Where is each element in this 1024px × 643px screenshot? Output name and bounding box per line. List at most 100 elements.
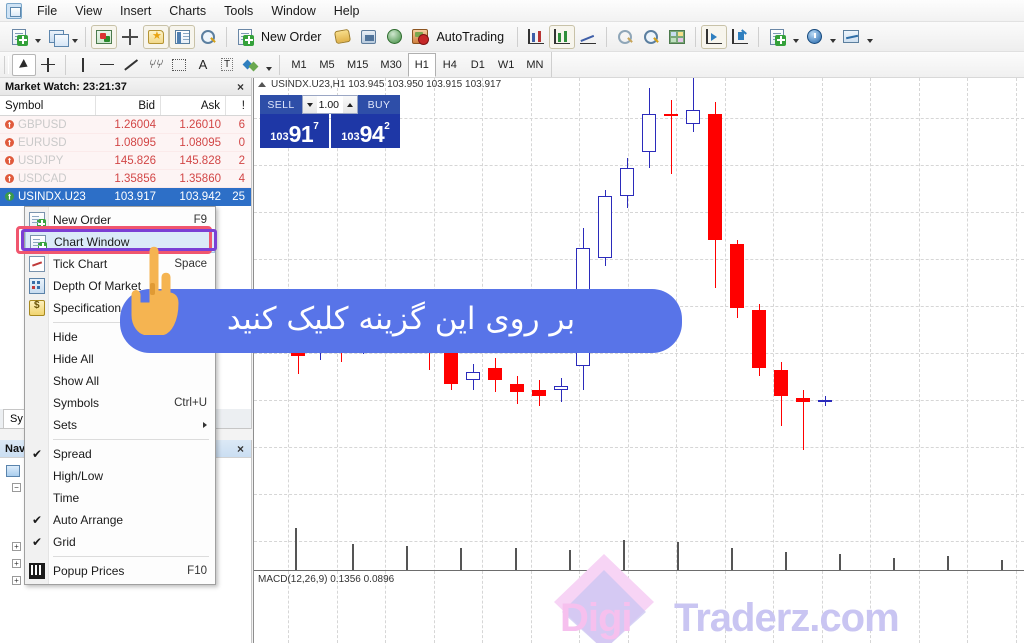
horizontal-line-button[interactable] — [95, 54, 119, 76]
timeframe-w1[interactable]: W1 — [492, 53, 521, 77]
column-header-bid[interactable]: Bid — [96, 96, 161, 115]
menu-item-grid[interactable]: ✔ Grid — [25, 531, 215, 553]
profiles-button[interactable] — [43, 25, 69, 49]
menu-item-auto-arrange[interactable]: ✔ Auto Arrange — [25, 509, 215, 531]
trendline-button[interactable] — [119, 54, 143, 76]
indicators-dropdown[interactable] — [790, 25, 801, 49]
check-icon: ✔ — [32, 447, 43, 461]
expand-icon-1[interactable]: + — [12, 542, 21, 551]
volume-value[interactable]: 1.00 — [317, 99, 343, 111]
vertical-line-button[interactable] — [71, 54, 95, 76]
volume-increase-icon[interactable] — [343, 96, 357, 113]
candlestick-chart-button[interactable] — [549, 24, 576, 49]
menu-item-time[interactable]: Time — [25, 487, 215, 509]
market-watch-context-menu[interactable]: New Order F9 Chart Window Tick Chart Space De… — [24, 206, 216, 585]
period-button[interactable] — [801, 25, 827, 49]
column-header-symbol[interactable]: Symbol — [0, 96, 96, 115]
signals-button[interactable] — [381, 25, 407, 49]
menu-item-spread[interactable]: ✔ Spread — [25, 443, 215, 465]
new-order-button[interactable] — [232, 25, 258, 49]
zoom-in-button[interactable] — [612, 25, 638, 49]
menu-item-popup-prices[interactable]: Popup Prices F10 — [25, 560, 215, 582]
timeframe-h1[interactable]: H1 — [407, 52, 436, 77]
text-button[interactable]: A — [191, 54, 215, 76]
period-dropdown[interactable] — [827, 25, 838, 49]
shapes-button[interactable] — [239, 54, 263, 76]
table-row[interactable]: USINDX.U23 103.917 103.942 25 — [0, 188, 251, 206]
column-header-ask[interactable]: Ask — [161, 96, 226, 115]
indicators-button[interactable] — [764, 25, 790, 49]
cursor-tool-button[interactable] — [12, 53, 36, 76]
bank-button[interactable] — [355, 25, 381, 49]
sell-button[interactable]: SELL — [260, 95, 302, 114]
buy-button[interactable]: BUY — [358, 95, 400, 114]
fibonacci-button[interactable]: ⑂⑂ — [143, 54, 167, 76]
collapse-icon[interactable]: − — [12, 483, 21, 492]
table-row[interactable]: EURUSD 1.08095 1.08095 0 — [0, 134, 251, 152]
line-chart-button[interactable] — [575, 25, 601, 49]
sell-price-display[interactable]: 103 91 7 — [260, 114, 329, 148]
auto-scroll-button[interactable] — [701, 24, 728, 49]
menu-item-charts[interactable]: Charts — [160, 1, 215, 21]
chart-collapse-icon[interactable] — [258, 82, 266, 87]
label-button[interactable]: T — [215, 54, 239, 76]
timeframe-m1[interactable]: M1 — [285, 53, 313, 77]
channel-button[interactable] — [167, 54, 191, 76]
new-order-label[interactable]: New Order — [258, 30, 329, 44]
table-row[interactable]: USDJPY 145.826 145.828 2 — [0, 152, 251, 170]
macd-bar — [839, 554, 841, 570]
navigator-button[interactable] — [143, 24, 169, 49]
tile-windows-button[interactable] — [664, 25, 690, 49]
menu-item-view[interactable]: View — [66, 1, 111, 21]
timeframe-h4[interactable]: H4 — [436, 53, 464, 77]
navigator-close-icon[interactable]: × — [234, 442, 247, 456]
bar-chart-button[interactable] — [523, 25, 549, 49]
expand-icon-3[interactable]: + — [12, 576, 21, 585]
menu-item-tick-chart[interactable]: Tick Chart Space — [25, 253, 215, 275]
template-dropdown[interactable] — [864, 25, 875, 49]
close-icon[interactable]: × — [234, 80, 247, 94]
shapes-dropdown[interactable] — [263, 53, 274, 77]
menu-item-label: Show All — [53, 374, 100, 388]
macd-bar — [515, 548, 517, 570]
timeframe-m5[interactable]: M5 — [313, 53, 341, 77]
terminal-button[interactable] — [169, 24, 195, 49]
zoom-out-button[interactable] — [638, 25, 664, 49]
template-button[interactable] — [838, 25, 864, 49]
autotrading-label[interactable]: AutoTrading — [433, 30, 512, 44]
volume-decrease-icon[interactable] — [303, 96, 317, 113]
chart-shift-button[interactable] — [727, 25, 753, 49]
menu-item-show-all[interactable]: Show All — [25, 370, 215, 392]
new-chart-dropdown[interactable] — [32, 25, 43, 49]
menu-item-high-low[interactable]: High/Low — [25, 465, 215, 487]
timeframe-m30[interactable]: M30 — [374, 53, 407, 77]
autotrading-button[interactable] — [407, 25, 433, 49]
new-chart-button[interactable] — [6, 25, 32, 49]
strategy-tester-button[interactable] — [195, 25, 221, 49]
menu-item-symbols[interactable]: Symbols Ctrl+U — [25, 392, 215, 414]
timeframe-mn[interactable]: MN — [520, 53, 549, 77]
menu-item-tools[interactable]: Tools — [215, 1, 262, 21]
column-header-spread[interactable]: ! — [226, 96, 250, 115]
profiles-dropdown[interactable] — [69, 25, 80, 49]
buy-price-display[interactable]: 103 94 2 — [331, 114, 400, 148]
menu-item-window[interactable]: Window — [262, 1, 324, 21]
volume-stepper[interactable]: 1.00 — [302, 95, 358, 114]
payment-button[interactable] — [329, 25, 355, 49]
timeframe-m15[interactable]: M15 — [341, 53, 374, 77]
menu-item-insert[interactable]: Insert — [111, 1, 160, 21]
menu-item-help[interactable]: Help — [325, 1, 369, 21]
one-click-trading-panel[interactable]: SELL 1.00 BUY 103 91 7 103 94 2 — [260, 95, 400, 148]
chart-window[interactable]: USINDX.U23,H1 103.945 103.950 103.915 10… — [253, 78, 1024, 643]
table-row[interactable]: USDCAD 1.35856 1.35860 4 — [0, 170, 251, 188]
market-watch-button[interactable] — [91, 24, 117, 49]
menu-item-sets[interactable]: Sets — [25, 414, 215, 436]
data-window-button[interactable] — [117, 25, 143, 49]
timeframe-d1[interactable]: D1 — [464, 53, 492, 77]
table-row[interactable]: GBPUSD 1.26004 1.26010 6 — [0, 116, 251, 134]
toolbar-grip[interactable] — [4, 55, 9, 74]
crosshair-tool-button[interactable] — [36, 54, 60, 76]
menu-item-file[interactable]: File — [28, 1, 66, 21]
toolbar-separator-4 — [606, 26, 608, 47]
expand-icon-2[interactable]: + — [12, 559, 21, 568]
